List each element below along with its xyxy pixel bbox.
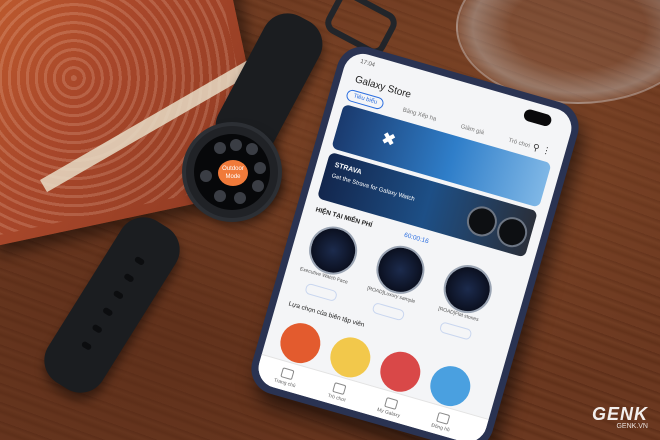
more-icon[interactable]: ⋮: [540, 144, 552, 157]
price-button[interactable]: [304, 282, 339, 303]
smartwatch: Outdoor Mode: [186, 126, 278, 218]
price-button[interactable]: [371, 301, 406, 322]
app-icon: [254, 162, 266, 174]
app-icon: [200, 170, 212, 182]
watch-screen: Outdoor Mode: [194, 134, 270, 210]
watermark: GENK GENK.VN: [592, 404, 648, 430]
app-icon: [252, 180, 264, 192]
nav-games[interactable]: Trò chơi: [317, 378, 360, 406]
watch-preview-icon: [493, 213, 531, 251]
strap-hole: [101, 306, 114, 317]
banner-subtitle: Get the Strava for Galaxy Watch: [330, 173, 416, 203]
strap-hole: [80, 340, 93, 351]
nav-my-galaxy[interactable]: My Galaxy: [368, 393, 411, 421]
home-icon: [280, 367, 295, 381]
watch-app-outdoor: Outdoor Mode: [218, 160, 248, 186]
watch-icon: [435, 411, 451, 425]
price-button[interactable]: [438, 321, 473, 341]
camera-punch-hole: [522, 108, 553, 128]
app-icon: [214, 142, 226, 154]
strap-hole: [123, 272, 135, 284]
countdown-timer: 60:00:16: [403, 231, 430, 246]
nav-label: My Galaxy: [376, 406, 401, 420]
game-icon: [332, 382, 347, 396]
app-icon: [246, 143, 258, 155]
watch-preview-icon: [463, 202, 501, 240]
watermark-logo: GENK: [591, 404, 648, 424]
strap-hole: [91, 323, 103, 334]
galaxy-icon: [384, 397, 399, 410]
nav-label: Trang chủ: [273, 377, 297, 390]
nav-home[interactable]: Trang chủ: [265, 363, 308, 391]
watermark-domain: GENK.VN: [616, 423, 648, 430]
app-icon: [214, 190, 226, 202]
underarmour-logo-icon: ✖: [379, 129, 398, 151]
app-icon: [230, 139, 242, 151]
strap-hole: [133, 255, 146, 267]
strap-hole: [112, 289, 125, 301]
status-time: 17:04: [359, 58, 376, 69]
app-icon: [234, 192, 246, 204]
photo-scene: Outdoor Mode 17:04 Galaxy Store Tiêu biể…: [0, 0, 660, 440]
nav-watch[interactable]: Đồng hồ: [420, 408, 463, 436]
